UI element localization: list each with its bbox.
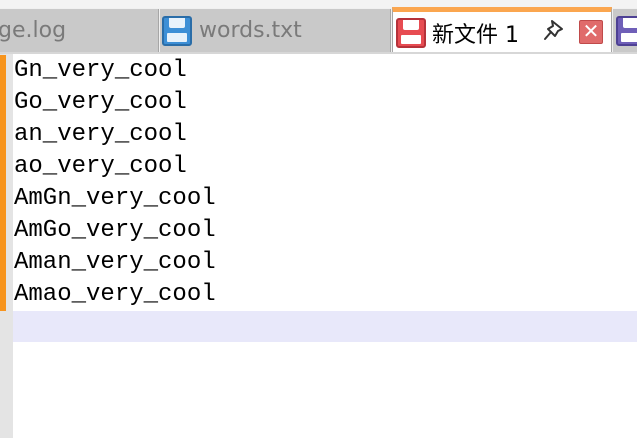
change-history-marker <box>0 55 6 311</box>
editor-line[interactable]: AmGn_very_cool <box>13 183 216 215</box>
editor-line[interactable]: Gn_very_cool <box>13 55 187 87</box>
editor-line[interactable]: Amao_very_cool <box>13 279 216 311</box>
tab-next[interactable] <box>613 9 637 52</box>
tab-changes-log[interactable]: ge.log <box>0 9 159 52</box>
editor-line[interactable] <box>13 311 14 343</box>
editor-line[interactable]: Aman_very_cool <box>13 247 216 279</box>
text-editor[interactable]: Gn_very_cool Go_very_cool an_very_cool a… <box>13 54 637 438</box>
floppy-disk-purple-icon <box>616 15 637 46</box>
editor-line[interactable]: ao_very_cool <box>13 151 187 183</box>
pin-icon[interactable] <box>543 18 565 46</box>
tab-words-txt[interactable]: words.txt <box>160 9 391 52</box>
tab-label: words.txt <box>199 18 302 43</box>
current-line-highlight <box>13 311 637 342</box>
editor-line[interactable]: AmGo_very_cool <box>13 215 216 247</box>
editor-line[interactable]: an_very_cool <box>13 119 187 151</box>
tab-new-file-1[interactable]: 新文件 1 ✕ <box>392 7 612 54</box>
close-tab-icon[interactable]: ✕ <box>579 20 603 44</box>
floppy-disk-blue-icon <box>162 15 192 46</box>
floppy-disk-red-icon <box>396 18 426 48</box>
tab-label: 新文件 1 <box>432 23 519 48</box>
editor-line[interactable]: Go_very_cool <box>13 87 187 119</box>
tab-label: ge.log <box>0 18 67 43</box>
tab-bar: ge.log words.txt 新文件 1 ✕ <box>0 0 637 54</box>
